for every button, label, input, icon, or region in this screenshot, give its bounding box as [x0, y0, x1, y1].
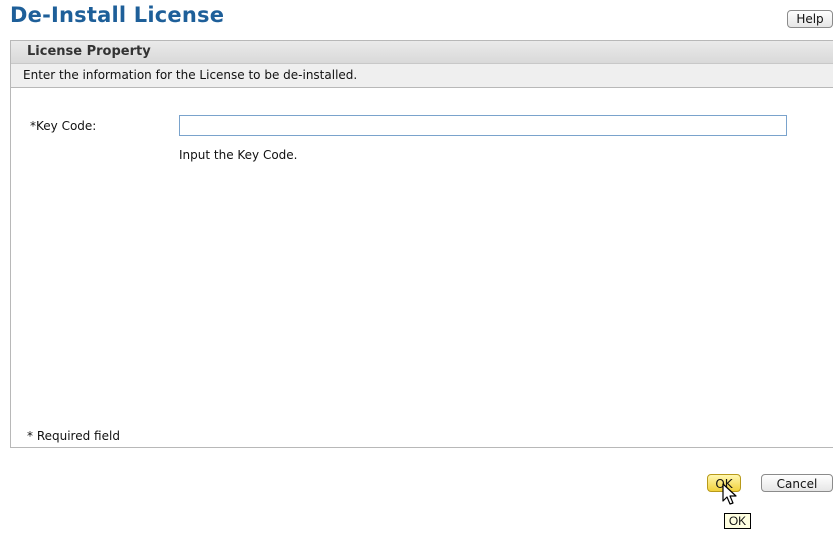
cancel-button[interactable]: Cancel [761, 474, 833, 492]
key-code-hint: Input the Key Code. [179, 148, 298, 162]
key-code-label: *Key Code: [30, 119, 97, 133]
required-field-note: * Required field [27, 429, 120, 443]
help-button[interactable]: Help [787, 10, 833, 28]
key-code-input[interactable] [179, 115, 787, 136]
ok-tooltip: OK [724, 513, 751, 529]
license-property-panel: License Property Enter the information f… [10, 40, 833, 448]
panel-header: License Property [11, 40, 833, 64]
page-title: De-Install License [10, 3, 225, 27]
mouse-pointer-icon [722, 483, 737, 505]
panel-instruction: Enter the information for the License to… [11, 64, 833, 88]
